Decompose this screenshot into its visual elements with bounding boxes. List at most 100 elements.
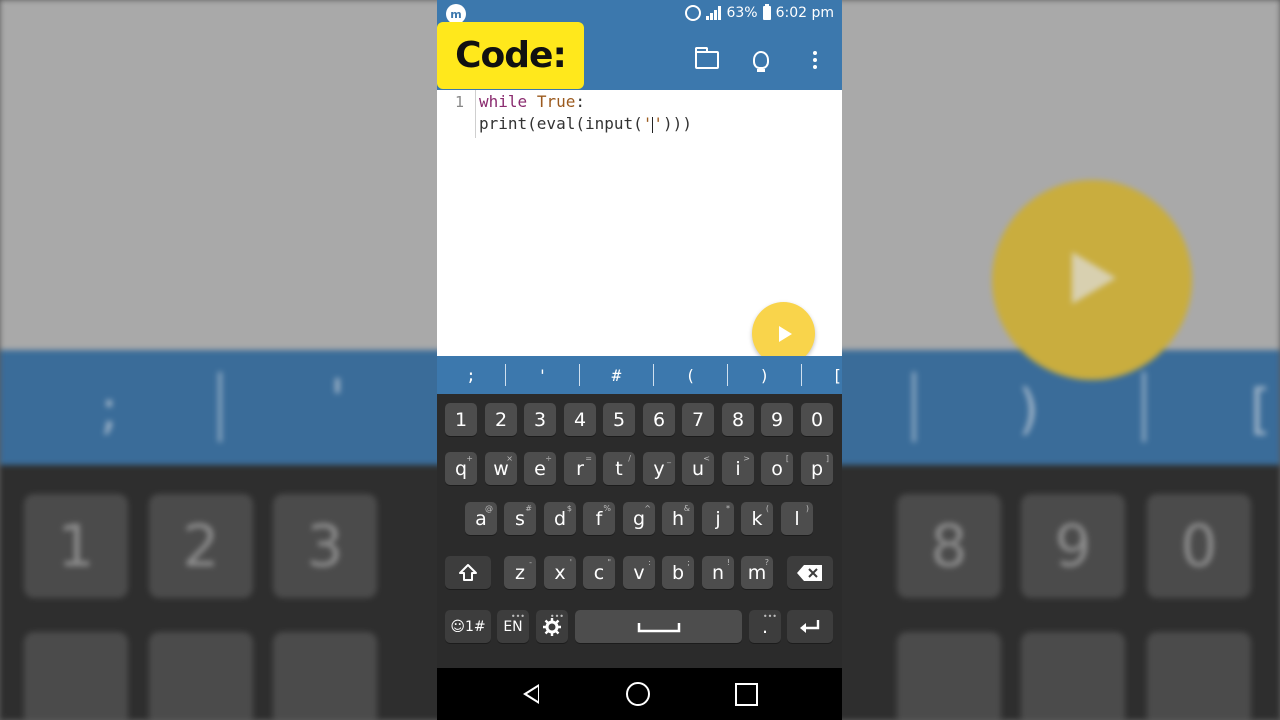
string-quote-open: '	[642, 114, 653, 133]
more-vert-icon[interactable]	[803, 48, 827, 72]
symbols-key[interactable]: ☺1#	[445, 610, 491, 643]
code-colon: :	[575, 92, 585, 111]
key-number[interactable]: 1	[445, 403, 477, 436]
key-letter[interactable]: g ^	[623, 502, 655, 535]
backspace-key[interactable]	[787, 556, 833, 589]
navigation-bar	[437, 668, 842, 720]
background-separator	[218, 372, 222, 442]
settings-key[interactable]: •••	[536, 610, 568, 643]
symbol-key[interactable]: '	[506, 366, 579, 385]
key-letter[interactable]: a @	[465, 502, 497, 535]
key-letter[interactable]: f%	[583, 502, 615, 535]
key-letter[interactable]: z-	[504, 556, 536, 589]
key-number[interactable]: 7	[682, 403, 714, 436]
key-number[interactable]: 0	[801, 403, 833, 436]
background-separator	[912, 372, 916, 442]
background-key	[1147, 632, 1251, 720]
background-key	[1021, 632, 1125, 720]
keyword-while: while	[479, 92, 528, 111]
background-separator	[1142, 372, 1146, 442]
symbol-key[interactable]: ;	[437, 366, 505, 385]
key-letter[interactable]: c "	[583, 556, 615, 589]
background-key: 0	[1147, 494, 1251, 598]
back-icon-inner	[527, 687, 538, 701]
background-key	[149, 632, 253, 720]
key-number[interactable]: 2	[485, 403, 517, 436]
key-number[interactable]: 5	[603, 403, 635, 436]
background-key: 9	[1021, 494, 1125, 598]
key-number[interactable]: 4	[564, 403, 596, 436]
code-overlay-label: Code:	[437, 22, 584, 89]
battery-icon	[762, 4, 771, 20]
shift-icon	[459, 563, 477, 581]
keyword-true: True	[536, 92, 576, 111]
status-indicators: 63% 6:02 pm	[685, 4, 834, 21]
background-symbol: )	[1018, 378, 1040, 441]
key-letter[interactable]: h &	[662, 502, 694, 535]
soft-keyboard: 1 2 3 4 5 6 7 8 9 0 q + w × e ÷ r = t / y _ u <…	[437, 394, 842, 668]
key-letter[interactable]: v:	[623, 556, 655, 589]
editor-gutter	[475, 90, 476, 138]
key-letter[interactable]: t /	[603, 452, 635, 485]
key-letter[interactable]: w ×	[485, 452, 517, 485]
background-key: 3	[273, 494, 377, 598]
space-icon	[637, 622, 680, 632]
key-number[interactable]: 3	[524, 403, 556, 436]
symbol-bar: ; ' # ( ) [	[437, 356, 842, 394]
key-letter[interactable]: b;	[662, 556, 694, 589]
code-call: print(eval(input(	[479, 114, 643, 133]
lightbulb-icon[interactable]	[749, 48, 773, 72]
background-key	[24, 632, 128, 720]
key-letter[interactable]: p]	[801, 452, 833, 485]
enter-key[interactable]	[787, 610, 833, 643]
key-letter[interactable]: y _	[643, 452, 675, 485]
key-letter[interactable]: l)	[781, 502, 813, 535]
play-icon	[778, 325, 792, 342]
key-letter[interactable]: e ÷	[524, 452, 556, 485]
symbol-key[interactable]: (	[654, 366, 727, 385]
background-key: 1	[24, 494, 128, 598]
key-letter[interactable]: q +	[445, 452, 477, 485]
signal-icon	[706, 6, 722, 20]
key-letter[interactable]: m?	[741, 556, 773, 589]
key-letter[interactable]: j *	[702, 502, 734, 535]
symbol-key[interactable]: )	[728, 366, 801, 385]
background-symbol: [	[1250, 378, 1272, 441]
key-number[interactable]: 8	[722, 403, 754, 436]
key-letter[interactable]: k(	[741, 502, 773, 535]
background-symbol: ;	[100, 378, 119, 441]
enter-icon	[800, 619, 820, 633]
clock: 6:02 pm	[775, 5, 834, 21]
key-letter[interactable]: r =	[564, 452, 596, 485]
period-key[interactable]: . •••	[749, 610, 781, 643]
home-icon[interactable]	[626, 682, 650, 706]
backspace-icon	[797, 564, 822, 581]
phone-screen: m 63% 6:02 pm 1 while True: print(eval(i…	[437, 0, 842, 720]
symbol-key[interactable]: [	[802, 366, 842, 385]
key-letter[interactable]: i >	[722, 452, 754, 485]
alarm-icon	[685, 5, 702, 21]
symbol-key[interactable]: #	[580, 366, 653, 385]
key-letter[interactable]: o[	[761, 452, 793, 485]
code-close-parens: )))	[663, 114, 692, 133]
recent-apps-icon[interactable]	[735, 683, 758, 706]
key-letter[interactable]: x '	[544, 556, 576, 589]
key-letter[interactable]: n!	[702, 556, 734, 589]
line-number: 1	[455, 93, 465, 111]
background-key	[273, 632, 377, 720]
shift-key[interactable]	[445, 556, 491, 589]
space-key[interactable]	[575, 610, 742, 643]
code-line-2[interactable]: print(eval(input('')))	[479, 114, 692, 133]
folder-icon[interactable]	[695, 47, 719, 72]
key-letter[interactable]: d $	[544, 502, 576, 535]
key-number[interactable]: 6	[643, 403, 675, 436]
language-key[interactable]: EN •••	[497, 610, 529, 643]
battery-percent: 63%	[726, 5, 758, 21]
background-symbol: '	[330, 368, 345, 431]
key-letter[interactable]: u <	[682, 452, 714, 485]
code-editor[interactable]: 1 while True: print(eval(input('')))	[437, 90, 842, 365]
key-number[interactable]: 9	[761, 403, 793, 436]
key-letter[interactable]: s #	[504, 502, 536, 535]
code-line-1[interactable]: while True:	[479, 92, 585, 111]
background-key	[897, 632, 1001, 720]
